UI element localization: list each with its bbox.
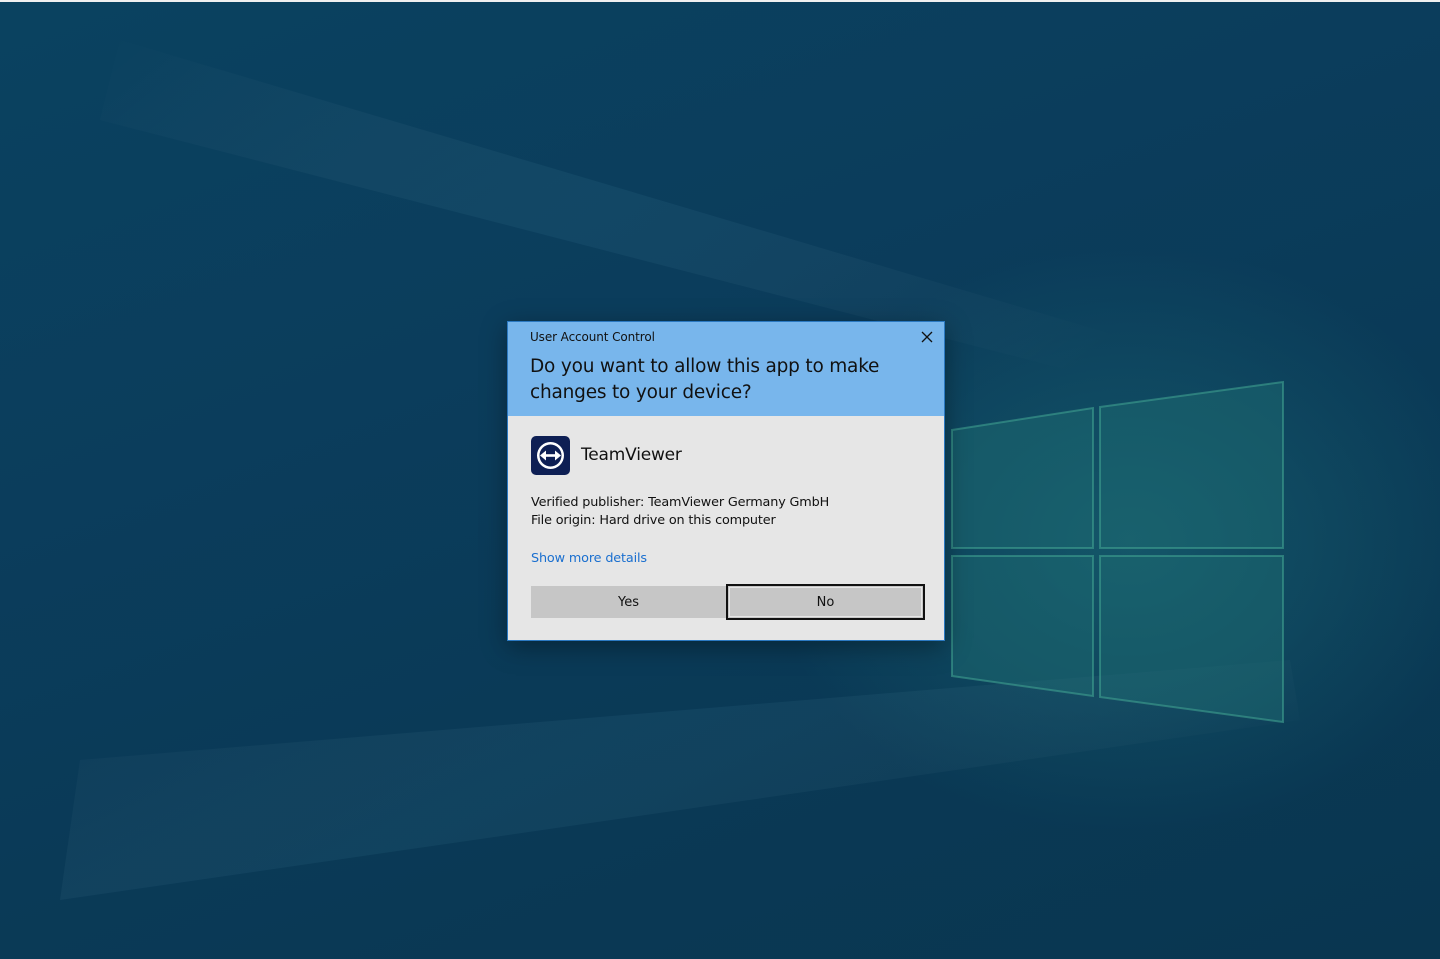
uac-dialog: User Account Control Do you want to allo… [507,321,945,641]
no-button[interactable]: No [726,584,925,620]
dialog-question: Do you want to allow this app to make ch… [530,356,880,403]
top-edge-strip [0,0,1440,2]
yes-button[interactable]: Yes [531,586,726,618]
publisher-text: Verified publisher: TeamViewer Germany G… [531,495,830,510]
teamviewer-logo-icon [531,435,570,475]
close-button[interactable] [914,325,940,349]
app-info-row: TeamViewer [531,435,682,475]
show-more-details-link[interactable]: Show more details [531,551,647,566]
close-icon [921,331,933,343]
file-origin-text: File origin: Hard drive on this computer [531,513,776,528]
app-name: TeamViewer [581,445,682,465]
windows-logo-icon [951,380,1284,724]
dialog-header: User Account Control Do you want to allo… [508,322,944,416]
dialog-caption: User Account Control [530,330,655,344]
